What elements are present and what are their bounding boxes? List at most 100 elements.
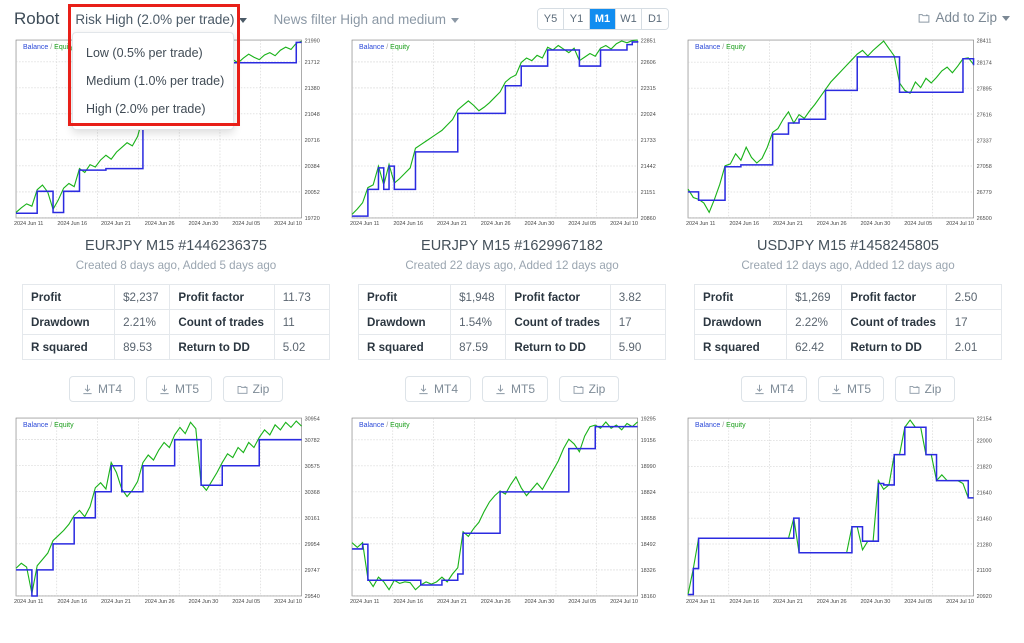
legend-equity: Equity [390,44,410,51]
equity-chart[interactable]: Balance / Equity 19295 19156 18990 18824 186… [350,416,674,598]
svg-text:20716: 20716 [305,138,320,144]
robot-card: Balance / Equity 19295 19156 18990 18824 186… [350,416,674,605]
svg-text:21712: 21712 [305,60,320,66]
download-mt4-button[interactable]: MT4 [69,376,135,402]
legend-balance: Balance [23,44,49,51]
risk-option-low[interactable]: Low (0.5% per trade) [73,39,233,67]
x-tick: 2024 Jun 16 [57,599,88,605]
stat-value-drawdown: 2.22% [786,309,843,335]
stat-label-count-of-trades: Count of trades [505,309,611,335]
x-tick: 2024 Jun 21 [437,599,467,605]
download-mt5-button[interactable]: MT5 [146,376,212,402]
stat-value-profit: $1,948 [450,284,507,310]
risk-option-high[interactable]: High (2.0% per trade) [73,95,233,123]
equity-chart[interactable]: Balance / Equity 22154 22000 21820 21640 214… [686,416,1010,598]
timeframe-button-d1[interactable]: D1 [642,9,668,29]
add-to-zip-dropdown[interactable]: Add to Zip [918,10,1010,25]
timeframe-button-y5[interactable]: Y5 [538,9,564,29]
x-tick: 2024 Jun 21 [101,221,131,227]
download-icon [82,384,93,395]
risk-dropdown[interactable]: Risk High (2.0% per trade) [71,9,251,30]
stat-label-count-of-trades: Count of trades [841,309,947,335]
news-filter-dropdown[interactable]: News filter High and medium [269,9,463,30]
stat-value-drawdown: 2.21% [114,309,171,335]
svg-text:18160: 18160 [641,594,656,598]
svg-text:18990: 18990 [641,464,656,470]
table-row: Profit $2,237 Profit factor 11.73 [21,284,331,310]
svg-text:29540: 29540 [305,594,320,598]
table-row: Drawdown 2.22% Count of trades 17 [693,309,1003,335]
download-mt5-label: MT5 [175,382,199,396]
legend-balance: Balance [359,44,385,51]
x-tick: 2024 Jun 30 [860,599,891,605]
svg-text:22606: 22606 [641,60,656,66]
robot-card: Balance / Equity 28411 28174 27895 27616 273… [686,38,1010,402]
legend-equity: Equity [726,422,746,429]
legend-separator: / [722,44,725,51]
archive-folder-icon [573,384,584,395]
download-mt5-button[interactable]: MT5 [818,376,884,402]
x-tick: 2024 Jul 10 [274,599,302,605]
download-mt4-button[interactable]: MT4 [741,376,807,402]
legend-separator: / [386,44,389,51]
download-zip-button[interactable]: Zip [223,376,283,402]
stat-value-count-of-trades: 11 [273,309,331,335]
card-title[interactable]: EURJPY M15 #1629967182 [350,238,674,254]
archive-folder-icon [237,384,248,395]
stat-value-count-of-trades: 17 [609,309,667,335]
svg-text:29747: 29747 [305,568,320,574]
x-tick: 2024 Jun 21 [773,221,803,227]
legend-separator: / [722,422,725,429]
svg-text:30954: 30954 [305,416,320,422]
x-tick: 2024 Jul 10 [274,221,302,227]
risk-option-medium[interactable]: Medium (1.0% per trade) [73,67,233,95]
equity-chart[interactable]: Balance / Equity 28411 28174 27895 27616 273… [686,38,1010,220]
stat-label-profit-factor: Profit factor [841,284,947,310]
legend-equity: Equity [390,422,410,429]
svg-text:30161: 30161 [305,516,320,522]
stat-label-r-squared: R squared [693,334,788,360]
chart-x-axis-labels: 2024 Jun 11 2024 Jun 16 2024 Jun 21 2024… [350,599,674,605]
x-tick: 2024 Jun 11 [686,599,716,605]
svg-text:21280: 21280 [977,542,992,548]
robot-card-grid-row2: Balance / Equity 30954 30782 30575 30368 301… [0,416,1024,605]
download-mt5-button[interactable]: MT5 [482,376,548,402]
download-mt4-label: MT4 [98,382,122,396]
svg-text:21640: 21640 [977,490,992,496]
risk-dropdown-label: Risk High (2.0% per trade) [75,11,235,27]
svg-text:27616: 27616 [977,112,992,118]
x-tick: 2024 Jun 21 [773,599,803,605]
download-zip-button[interactable]: Zip [895,376,955,402]
svg-text:20052: 20052 [305,190,320,196]
equity-chart[interactable]: Balance / Equity 30954 30782 30575 30368 301… [14,416,338,598]
download-button-row: MT4 MT5 Zip [686,376,1010,402]
download-zip-button[interactable]: Zip [559,376,619,402]
x-tick: 2024 Jul 10 [946,221,974,227]
equity-chart[interactable]: Balance / Equity 22851 22606 22315 22024 217… [350,38,674,220]
stat-value-r-squared: 62.42 [786,334,843,360]
chart-x-axis-labels: 2024 Jun 11 2024 Jun 16 2024 Jun 21 2024… [350,221,674,227]
stat-label-profit: Profit [693,284,788,310]
stat-label-return-to-dd: Return to DD [505,334,611,360]
card-title[interactable]: EURJPY M15 #1446236375 [14,238,338,254]
download-mt4-button[interactable]: MT4 [405,376,471,402]
svg-text:18824: 18824 [641,490,656,496]
svg-text:21151: 21151 [641,190,656,196]
stat-value-profit: $2,237 [114,284,171,310]
stat-value-profit: $1,269 [786,284,843,310]
download-icon [754,384,765,395]
download-mt5-label: MT5 [511,382,535,396]
timeframe-button-y1[interactable]: Y1 [564,9,590,29]
timeframe-button-w1[interactable]: W1 [616,9,642,29]
news-filter-label: News filter High and medium [273,11,447,27]
x-tick: 2024 Jun 26 [816,221,847,227]
timeframe-button-m1[interactable]: M1 [590,9,616,29]
x-tick: 2024 Jun 26 [816,599,847,605]
timeframe-button-group: Y5 Y1 M1 W1 D1 [537,8,669,30]
x-tick: 2024 Jul 05 [904,599,933,605]
robot-card: Balance / Equity 30954 30782 30575 30368 301… [14,416,338,605]
chart-legend: Balance / Equity [23,44,74,51]
stat-value-return-to-dd: 5.02 [273,334,331,360]
x-tick: 2024 Jun 16 [393,221,424,227]
card-title[interactable]: USDJPY M15 #1458245805 [686,238,1010,254]
